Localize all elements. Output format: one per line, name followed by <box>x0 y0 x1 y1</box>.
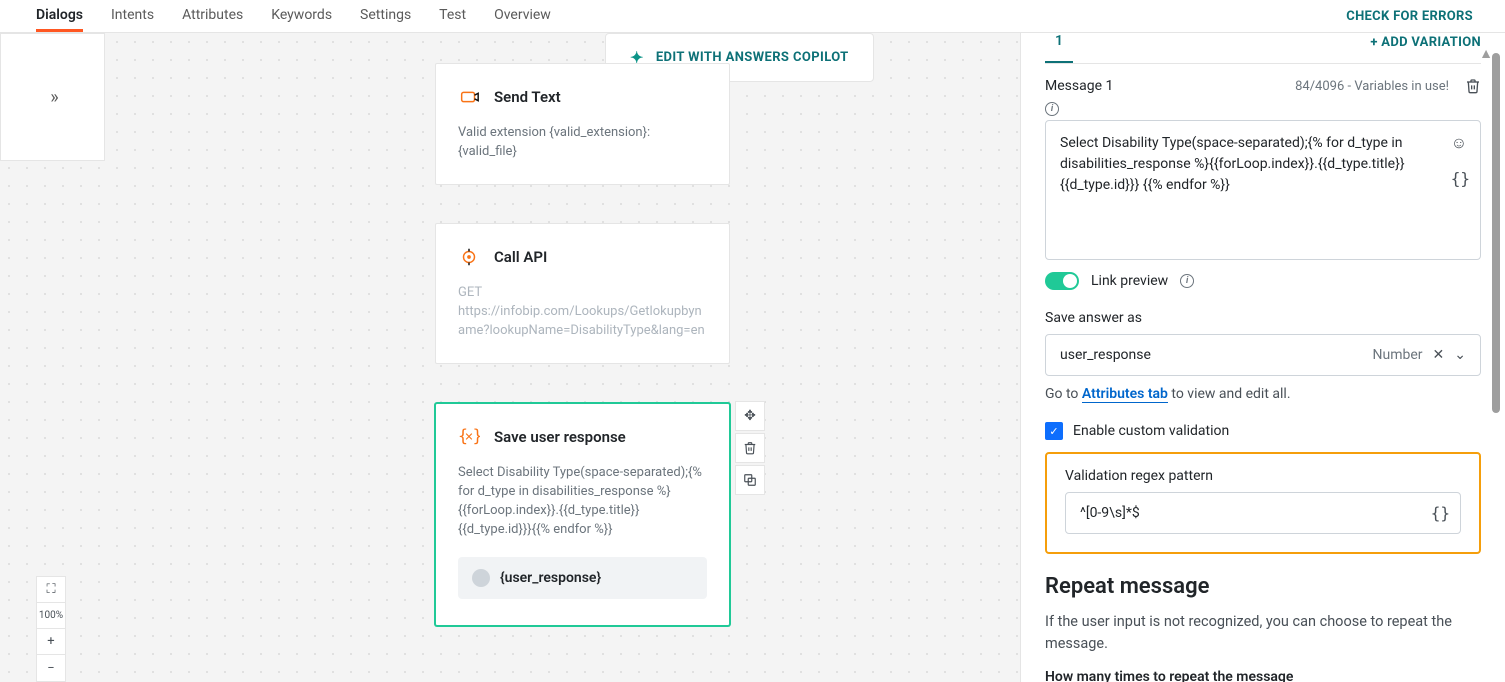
add-variation-button[interactable]: + ADD VARIATION <box>1370 35 1481 62</box>
link-preview-row: Link preview i <box>1045 272 1481 290</box>
variation-tabs: 1 + ADD VARIATION <box>1045 33 1481 64</box>
save-answer-type: Number <box>1373 347 1423 363</box>
chevron-right-double-icon: » <box>50 87 54 108</box>
save-answer-value: user_response <box>1060 347 1151 363</box>
info-icon[interactable]: i <box>1045 102 1059 116</box>
tab-keywords[interactable]: Keywords <box>271 0 332 32</box>
fit-to-screen-button[interactable]: ⛶ <box>37 577 65 603</box>
tab-test[interactable]: Test <box>439 0 466 32</box>
move-icon: ✥ <box>744 408 756 424</box>
variation-tab-1[interactable]: 1 <box>1045 33 1073 63</box>
sidebar-expand-button[interactable]: » <box>0 33 105 161</box>
tab-settings[interactable]: Settings <box>360 0 411 32</box>
save-answer-select[interactable]: user_response Number ✕ ⌄ <box>1045 334 1481 376</box>
collapse-panel-button[interactable]: ▲ <box>1479 45 1493 62</box>
card-header: {✕} Save user response <box>458 426 707 448</box>
chevron-down-icon[interactable]: ⌄ <box>1454 347 1466 363</box>
card-action-bar: ✥ <box>735 401 765 495</box>
zoom-controls: ⛶ 100% + − <box>36 576 66 682</box>
repeat-message-heading: Repeat message <box>1045 574 1481 599</box>
card-body: Valid extension {valid_extension}: {vali… <box>458 124 707 162</box>
trash-icon <box>743 441 757 455</box>
card-body: Select Disability Type(space-separated);… <box>458 464 707 539</box>
message-label: Message 1 <box>1045 78 1113 94</box>
card-header: Call API <box>458 246 707 268</box>
move-card-button[interactable]: ✥ <box>735 401 765 431</box>
tab-intents[interactable]: Intents <box>111 0 154 32</box>
card-title: Send Text <box>494 88 561 106</box>
zoom-percent[interactable]: 100% <box>37 603 65 629</box>
send-text-icon <box>458 86 480 108</box>
attributes-tab-link[interactable]: Attributes tab <box>1082 386 1168 403</box>
repeat-times-label: How many times to repeat the message <box>1045 669 1481 682</box>
chip-label: {user_response} <box>500 570 601 586</box>
check-for-errors-button[interactable]: CHECK FOR ERRORS <box>1346 9 1473 24</box>
enable-validation-row: ✓ Enable custom validation <box>1045 422 1481 440</box>
tab-dialogs[interactable]: Dialogs <box>36 0 83 32</box>
message-editor[interactable]: Select Disability Type(space-separated);… <box>1045 120 1481 260</box>
validation-block: Validation regex pattern ^[0-9\s]*$ {} <box>1045 452 1481 554</box>
api-icon <box>458 246 480 268</box>
repeat-message-description: If the user input is not recognized, you… <box>1045 611 1481 655</box>
card-title: Save user response <box>494 428 626 446</box>
fit-icon: ⛶ <box>46 582 55 597</box>
emoji-picker-button[interactable]: ☺ <box>1451 131 1470 155</box>
card-send-text[interactable]: Send Text Valid extension {valid_extensi… <box>435 63 730 185</box>
link-preview-toggle[interactable] <box>1045 272 1079 290</box>
card-save-user-response[interactable]: {✕} Save user response Select Disability… <box>435 403 730 626</box>
save-response-icon: {✕} <box>458 426 480 448</box>
tab-attributes[interactable]: Attributes <box>182 0 243 32</box>
card-call-api[interactable]: Call API GET https://infobip.com/Lookups… <box>435 223 730 364</box>
card-header: Send Text <box>458 86 707 108</box>
validation-regex-value: ^[0-9\s]*$ <box>1080 505 1140 521</box>
copy-icon <box>743 473 757 487</box>
validation-regex-input[interactable]: ^[0-9\s]*$ {} <box>1065 492 1461 534</box>
attributes-hint: Go to Attributes tab to view and edit al… <box>1045 386 1481 402</box>
validation-regex-label: Validation regex pattern <box>1065 468 1461 484</box>
zoom-in-button[interactable]: + <box>37 629 65 655</box>
plus-icon: + <box>47 634 54 649</box>
link-preview-label: Link preview <box>1091 273 1168 289</box>
message-text: Select Disability Type(space-separated);… <box>1060 135 1405 193</box>
duplicate-card-button[interactable] <box>735 465 765 495</box>
delete-message-button[interactable] <box>1465 78 1481 94</box>
info-icon[interactable]: i <box>1180 274 1194 288</box>
insert-variable-button[interactable]: {} <box>1431 504 1450 523</box>
minus-icon: − <box>47 661 54 676</box>
attribute-chip: {user_response} <box>458 557 707 599</box>
message-header: Message 1 84/4096 - Variables in use! <box>1045 78 1481 94</box>
svg-text:}: } <box>473 427 480 446</box>
top-nav: Dialogs Intents Attributes Keywords Sett… <box>0 0 1505 33</box>
enable-validation-checkbox[interactable]: ✓ <box>1045 422 1063 440</box>
save-answer-label: Save answer as <box>1045 310 1481 326</box>
char-counter: 84/4096 - Variables in use! <box>1295 79 1449 94</box>
tab-overview[interactable]: Overview <box>494 0 551 32</box>
scrollbar-thumb[interactable] <box>1492 53 1500 413</box>
chip-dot-icon <box>472 569 490 587</box>
clear-icon[interactable]: ✕ <box>1433 347 1445 363</box>
enable-validation-label: Enable custom validation <box>1073 423 1229 439</box>
flow-canvas[interactable]: » ✦ EDIT WITH ANSWERS COPILOT Send Text … <box>0 33 1020 682</box>
zoom-out-button[interactable]: − <box>37 655 65 681</box>
nav-tabs: Dialogs Intents Attributes Keywords Sett… <box>36 0 551 32</box>
card-title: Call API <box>494 248 547 266</box>
insert-variable-button[interactable]: {} <box>1451 167 1470 191</box>
delete-card-button[interactable] <box>735 433 765 463</box>
properties-panel: 1 + ADD VARIATION Message 1 84/4096 - Va… <box>1020 33 1505 682</box>
card-body: GET https://infobip.com/Lookups/Getlokup… <box>458 284 707 341</box>
